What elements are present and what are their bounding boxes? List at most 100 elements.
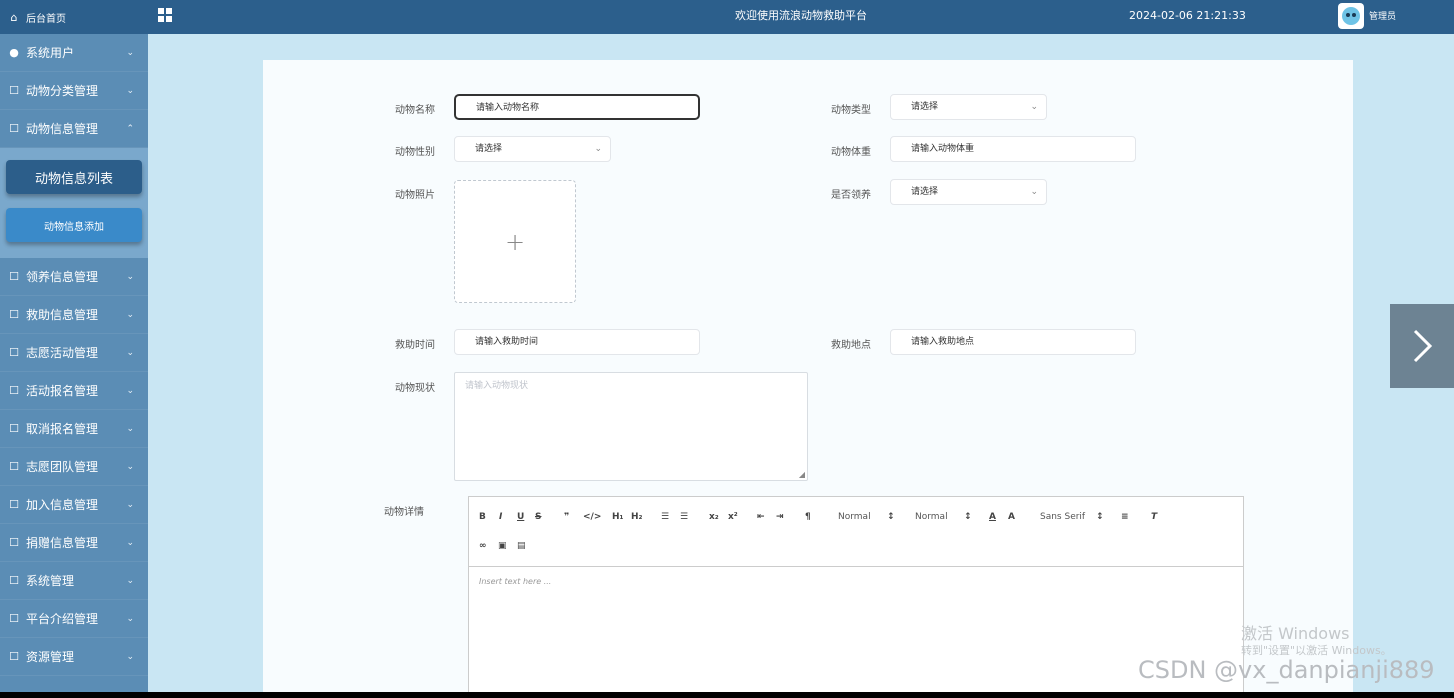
sidebar-item-label: 志愿团队管理 <box>26 460 99 474</box>
sidebar-item[interactable]: ☐ 资源管理 ⌄ <box>0 638 148 676</box>
sidebar-home[interactable]: ⌂ 后台首页 <box>0 0 148 34</box>
blockquote-icon[interactable]: ❞ <box>564 512 569 522</box>
home-icon: ⌂ <box>10 10 18 24</box>
sidebar-sub-animal-add[interactable]: 动物信息添加 <box>6 208 142 242</box>
content-area: 动物名称 请输入动物名称 动物类型 请选择 ⌄ 动物性别 请选择 ⌄ 动物体重 … <box>148 34 1454 698</box>
sidebar-item-system-users[interactable]: ● 系统用户 ⌄ <box>0 34 148 72</box>
external-icon: ☐ <box>9 422 19 435</box>
heading2-icon[interactable]: H₂ <box>631 512 642 522</box>
sidebar-item[interactable]: ☐ 系统管理 ⌄ <box>0 562 148 600</box>
csdn-watermark: CSDN @vx_danpianji889 <box>1138 656 1435 684</box>
avatar[interactable] <box>1338 3 1364 29</box>
sidebar-item-animal-category[interactable]: ☐ 动物分类管理 ⌄ <box>0 72 148 110</box>
photo-upload[interactable]: + <box>454 180 576 303</box>
sidebar-item-label: 资源管理 <box>26 650 75 664</box>
subscript-icon[interactable]: x₂ <box>709 512 719 522</box>
adopted-select-value: 请选择 <box>911 187 939 197</box>
chevron-down-icon: ⌄ <box>1030 187 1038 197</box>
sidebar-item[interactable]: ☐ 捐赠信息管理 ⌄ <box>0 524 148 562</box>
sidebar-sub-animal-list[interactable]: 动物信息列表 <box>6 160 142 194</box>
chevron-down-icon: ⌄ <box>126 47 134 58</box>
bold-icon[interactable]: B <box>479 512 486 522</box>
chevron-down-icon: ⌄ <box>126 347 134 358</box>
sidebar-item[interactable]: ☐ 志愿活动管理 ⌄ <box>0 334 148 372</box>
sidebar-item-label: 动物分类管理 <box>26 84 99 98</box>
rescue-time-label: 救助时间 <box>395 340 435 351</box>
detail-label: 动物详情 <box>384 507 424 518</box>
gender-select[interactable]: 请选择 ⌄ <box>454 136 611 162</box>
select-arrows-icon: ↕ <box>887 512 895 522</box>
code-icon[interactable]: </> <box>583 512 601 522</box>
external-icon: ☐ <box>9 270 19 283</box>
sidebar-item-label: 救助信息管理 <box>26 308 99 322</box>
sidebar-item[interactable]: ☐ 志愿团队管理 ⌄ <box>0 448 148 486</box>
chevron-down-icon: ⌄ <box>126 461 134 472</box>
chevron-right-icon <box>1413 329 1433 363</box>
sidebar-item[interactable]: ☐ 平台介绍管理 ⌄ <box>0 600 148 638</box>
sidebar-item[interactable]: ☐ 加入信息管理 ⌄ <box>0 486 148 524</box>
underline-icon[interactable]: U <box>517 512 524 522</box>
text-color-icon[interactable]: A <box>989 512 996 522</box>
sidebar-item[interactable]: ☐ 领养信息管理 ⌄ <box>0 258 148 296</box>
editor-placeholder: Insert text here ... <box>479 577 552 586</box>
sidebar-item-label: 动物信息管理 <box>26 122 99 136</box>
heading1-icon[interactable]: H₁ <box>612 512 623 522</box>
chevron-down-icon: ⌄ <box>126 85 134 96</box>
sidebar-item[interactable]: ☐ 活动报名管理 ⌄ <box>0 372 148 410</box>
editor-toolbar: B I U S ❞ </> H₁ H₂ ☰ ☰ x₂ x² ⇤ ⇥ ¶ Norm… <box>469 497 1243 567</box>
strike-icon[interactable]: S <box>535 512 541 522</box>
type-select[interactable]: 请选择 ⌄ <box>890 94 1047 120</box>
top-header: 欢迎使用流浪动物救助平台 2024-02-06 21:21:33 管理员 <box>148 0 1454 34</box>
image-icon[interactable]: ▣ <box>498 541 507 551</box>
resize-handle-icon[interactable]: ◢ <box>799 470 805 479</box>
chevron-down-icon: ⌄ <box>594 144 602 154</box>
external-icon: ☐ <box>9 384 19 397</box>
video-icon[interactable]: ▤ <box>517 541 526 551</box>
rescue-place-input[interactable]: 请输入救助地点 <box>890 329 1136 355</box>
size-select-2[interactable]: Normal <box>915 512 948 522</box>
chevron-down-icon: ⌄ <box>126 613 134 624</box>
type-select-value: 请选择 <box>911 102 939 112</box>
direction-icon[interactable]: ¶ <box>805 512 811 522</box>
photo-label: 动物照片 <box>395 190 435 201</box>
ordered-list-icon[interactable]: ☰ <box>661 512 669 522</box>
external-icon: ☐ <box>9 460 19 473</box>
rescue-place-label: 救助地点 <box>831 340 871 351</box>
bullet-list-icon[interactable]: ☰ <box>680 512 688 522</box>
chevron-down-icon: ⌄ <box>126 499 134 510</box>
adopted-label: 是否领养 <box>831 190 871 201</box>
next-button[interactable] <box>1390 304 1454 388</box>
windows-watermark: 激活 Windows <box>1241 624 1350 643</box>
sidebar-item-label: 系统用户 <box>26 46 75 60</box>
font-select[interactable]: Sans Serif <box>1040 512 1085 522</box>
page-title: 欢迎使用流浪动物救助平台 <box>735 9 867 22</box>
sidebar-item-label: 志愿活动管理 <box>26 346 99 360</box>
indent-icon[interactable]: ⇥ <box>776 512 784 522</box>
outdent-icon[interactable]: ⇤ <box>757 512 765 522</box>
sidebar-item-animal-info[interactable]: ☐ 动物信息管理 ⌃ <box>0 110 148 148</box>
chevron-down-icon: ⌄ <box>126 271 134 282</box>
chevron-down-icon: ⌄ <box>1030 102 1038 112</box>
external-icon: ☐ <box>9 308 19 321</box>
external-icon: ☐ <box>9 536 19 549</box>
size-select-1[interactable]: Normal <box>838 512 871 522</box>
weight-input[interactable]: 请输入动物体重 <box>890 136 1136 162</box>
external-icon: ☐ <box>9 650 19 663</box>
rich-text-editor: B I U S ❞ </> H₁ H₂ ☰ ☰ x₂ x² ⇤ ⇥ ¶ Norm… <box>468 496 1244 698</box>
header-user[interactable]: 管理员 <box>1369 0 1396 34</box>
rescue-time-input[interactable]: 请输入救助时间 <box>454 329 700 355</box>
sidebar-item[interactable]: ☐ 取消报名管理 ⌄ <box>0 410 148 448</box>
bottom-bar <box>0 692 1454 698</box>
status-textarea[interactable]: 请输入动物现状 ◢ <box>454 372 808 481</box>
sidebar-item-label: 取消报名管理 <box>26 422 99 436</box>
link-icon[interactable]: ∞ <box>479 541 487 551</box>
name-input[interactable]: 请输入动物名称 <box>454 94 700 120</box>
superscript-icon[interactable]: x² <box>728 512 738 522</box>
italic-icon[interactable]: I <box>499 512 502 522</box>
align-icon[interactable]: ≡ <box>1121 512 1129 522</box>
adopted-select[interactable]: 请选择 ⌄ <box>890 179 1047 205</box>
sidebar-item[interactable]: ☐ 救助信息管理 ⌄ <box>0 296 148 334</box>
weight-label: 动物体重 <box>831 147 871 158</box>
background-color-icon[interactable]: A <box>1008 512 1015 522</box>
clear-format-icon[interactable]: T <box>1151 512 1157 522</box>
